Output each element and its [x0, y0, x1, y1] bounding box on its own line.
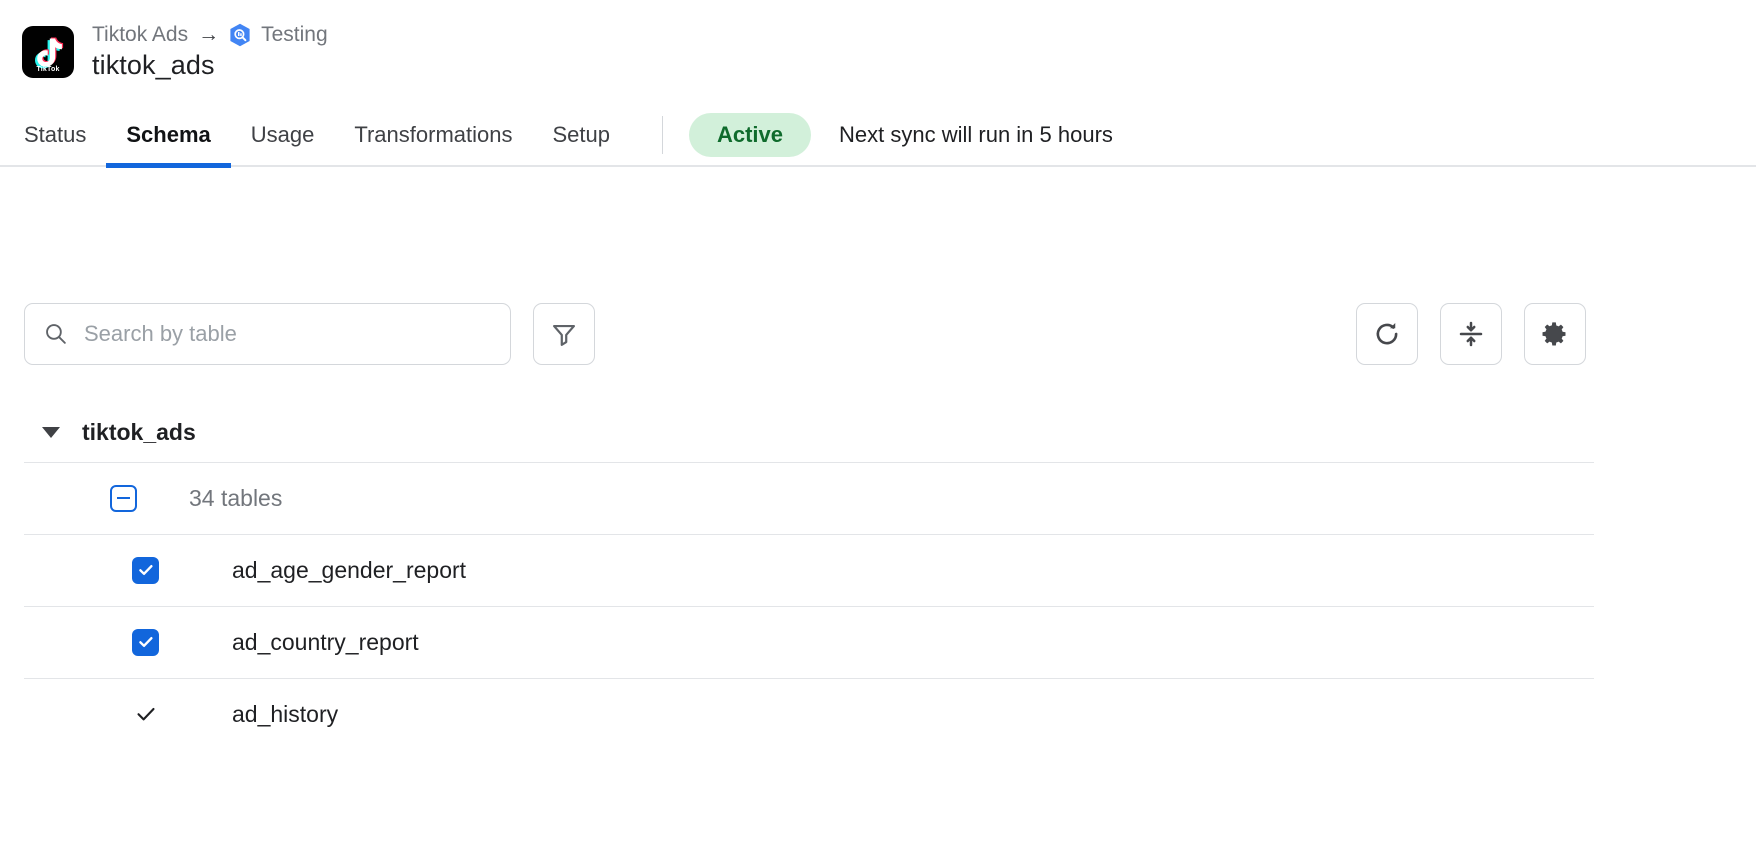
- tables-summary-row[interactable]: 34 tables: [24, 461, 1594, 534]
- check-icon: [138, 565, 153, 576]
- breadcrumb-arrow-icon: →: [198, 23, 220, 46]
- schema-toolbar: [0, 302, 1756, 365]
- toolbar-actions: [1356, 302, 1732, 365]
- tab-transformations[interactable]: Transformations: [334, 104, 532, 166]
- header-titles: Tiktok Ads → Testing tiktok_ads: [92, 22, 328, 83]
- search-input[interactable]: [82, 303, 492, 364]
- breadcrumb-destination[interactable]: Testing: [261, 22, 328, 47]
- breadcrumb-source[interactable]: Tiktok Ads: [92, 22, 188, 47]
- tab-usage[interactable]: Usage: [231, 104, 335, 166]
- table-row[interactable]: ad_history: [24, 677, 1594, 750]
- tab-divider: [661, 115, 663, 154]
- refresh-icon: [1376, 322, 1398, 345]
- tables-count-label: 34 tables: [189, 484, 283, 511]
- table-name: ad_age_gender_report: [232, 556, 467, 583]
- schema-group-header[interactable]: tiktok_ads: [24, 419, 1732, 462]
- select-all-checkbox[interactable]: [110, 484, 137, 512]
- table-checkbox[interactable]: [132, 556, 159, 584]
- filter-button[interactable]: [533, 302, 595, 365]
- page-title: tiktok_ads: [92, 50, 215, 81]
- tab-setup[interactable]: Setup: [532, 104, 630, 166]
- collapse-all-button[interactable]: [1440, 302, 1502, 365]
- table-checkbox[interactable]: [132, 628, 159, 656]
- page-header: TikTok Tiktok Ads → Testing tiktok_ads: [0, 0, 1756, 83]
- status-badge: Active: [688, 112, 812, 157]
- table-row[interactable]: ad_age_gender_report: [24, 533, 1594, 606]
- schema-name: tiktok_ads: [82, 418, 196, 445]
- check-icon: [136, 708, 155, 721]
- tab-schema[interactable]: Schema: [106, 104, 232, 168]
- check-icon: [138, 637, 153, 648]
- tab-status[interactable]: Status: [24, 104, 106, 166]
- tiktok-logo: TikTok: [22, 26, 74, 78]
- breadcrumb: Tiktok Ads → Testing: [92, 22, 328, 47]
- table-name: ad_country_report: [232, 628, 419, 655]
- schema-tree: tiktok_ads 34 tables ad_age_gender_repor…: [0, 419, 1756, 750]
- table-name: ad_history: [232, 700, 339, 727]
- refresh-button[interactable]: [1356, 302, 1418, 365]
- indeterminate-dash-icon: [117, 497, 130, 500]
- table-locked-check: [132, 701, 159, 728]
- search-field[interactable]: [24, 302, 511, 365]
- chevron-down-icon[interactable]: [42, 426, 60, 438]
- table-row[interactable]: ad_country_report: [24, 605, 1594, 678]
- gear-icon: [1542, 322, 1566, 346]
- tab-bar: Status Schema Usage Transformations Setu…: [0, 104, 1756, 168]
- bigquery-icon: [230, 23, 250, 46]
- tiktok-wordmark: TikTok: [36, 66, 60, 73]
- next-sync-text: Next sync will run in 5 hours: [839, 121, 1113, 147]
- collapse-all-icon: [1459, 321, 1483, 347]
- settings-button[interactable]: [1524, 302, 1586, 365]
- search-icon: [46, 324, 66, 345]
- filter-icon: [552, 324, 576, 346]
